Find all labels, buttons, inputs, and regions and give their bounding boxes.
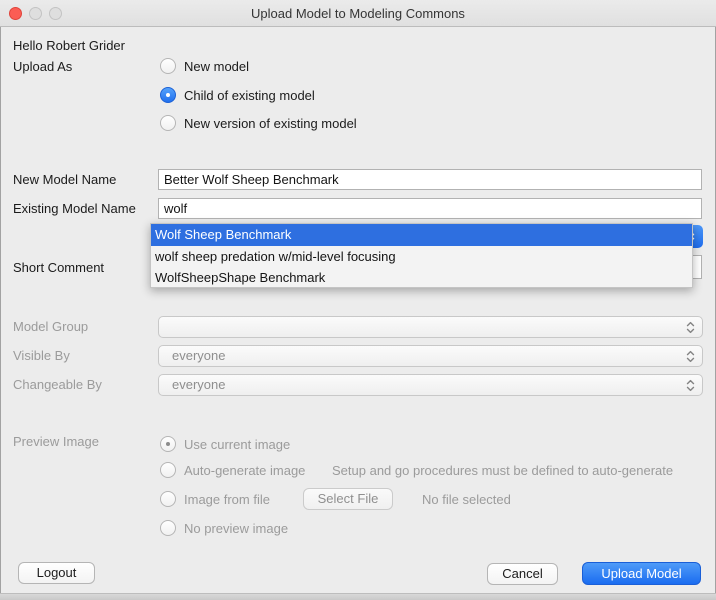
radio-use-current-image[interactable] <box>160 436 176 452</box>
changeable-by-value: everyone <box>172 377 225 392</box>
upload-dialog: Upload Model to Modeling Commons Hello R… <box>0 0 716 600</box>
titlebar: Upload Model to Modeling Commons <box>0 0 716 27</box>
autocomplete-option[interactable]: wolf sheep predation w/mid-level focusin… <box>151 246 692 267</box>
radio-new-version[interactable] <box>160 115 176 131</box>
chevron-up-down-icon <box>686 321 695 334</box>
visible-by-value: everyone <box>172 348 225 363</box>
radio-image-from-file-label: Image from file <box>184 492 270 508</box>
upload-as-label: Upload As <box>13 59 72 75</box>
changeable-by-select[interactable]: everyone <box>158 374 703 396</box>
visible-by-select[interactable]: everyone <box>158 345 703 367</box>
radio-image-from-file[interactable] <box>160 491 176 507</box>
model-group-label: Model Group <box>13 319 88 335</box>
autocomplete-option-highlighted[interactable]: Wolf Sheep Benchmark <box>151 224 692 246</box>
radio-auto-generate-image-label: Auto-generate image <box>184 463 305 479</box>
radio-no-preview-image-label: No preview image <box>184 521 288 537</box>
new-model-name-label: New Model Name <box>13 172 116 188</box>
autocomplete-option[interactable]: WolfSheepShape Benchmark <box>151 267 692 288</box>
preview-image-label: Preview Image <box>13 434 99 450</box>
select-file-button[interactable]: Select File <box>303 488 393 510</box>
radio-child-of-existing[interactable] <box>160 87 176 103</box>
radio-use-current-image-label: Use current image <box>184 437 290 453</box>
existing-model-name-label: Existing Model Name <box>13 201 136 217</box>
radio-new-model[interactable] <box>160 58 176 74</box>
short-comment-label: Short Comment <box>13 260 104 276</box>
greeting-text: Hello Robert Grider <box>13 38 125 54</box>
radio-child-of-existing-label: Child of existing model <box>184 88 315 104</box>
radio-new-model-label: New model <box>184 59 249 75</box>
auto-generate-note: Setup and go procedures must be defined … <box>332 463 673 479</box>
autocomplete-dropdown: Wolf Sheep Benchmark wolf sheep predatio… <box>150 223 693 288</box>
cancel-button[interactable]: Cancel <box>487 563 558 585</box>
window-title: Upload Model to Modeling Commons <box>0 6 716 21</box>
chevron-up-down-icon <box>686 350 695 363</box>
changeable-by-label: Changeable By <box>13 377 102 393</box>
chevron-up-down-icon <box>686 379 695 392</box>
window-bottom-edge <box>0 593 716 600</box>
model-group-select[interactable] <box>158 316 703 338</box>
existing-model-name-input[interactable] <box>158 198 702 219</box>
no-file-selected-text: No file selected <box>422 492 511 508</box>
radio-auto-generate-image[interactable] <box>160 462 176 478</box>
upload-model-button[interactable]: Upload Model <box>582 562 701 585</box>
new-model-name-input[interactable] <box>158 169 702 190</box>
logout-button[interactable]: Logout <box>18 562 95 584</box>
radio-no-preview-image[interactable] <box>160 520 176 536</box>
visible-by-label: Visible By <box>13 348 70 364</box>
radio-new-version-label: New version of existing model <box>184 116 357 132</box>
